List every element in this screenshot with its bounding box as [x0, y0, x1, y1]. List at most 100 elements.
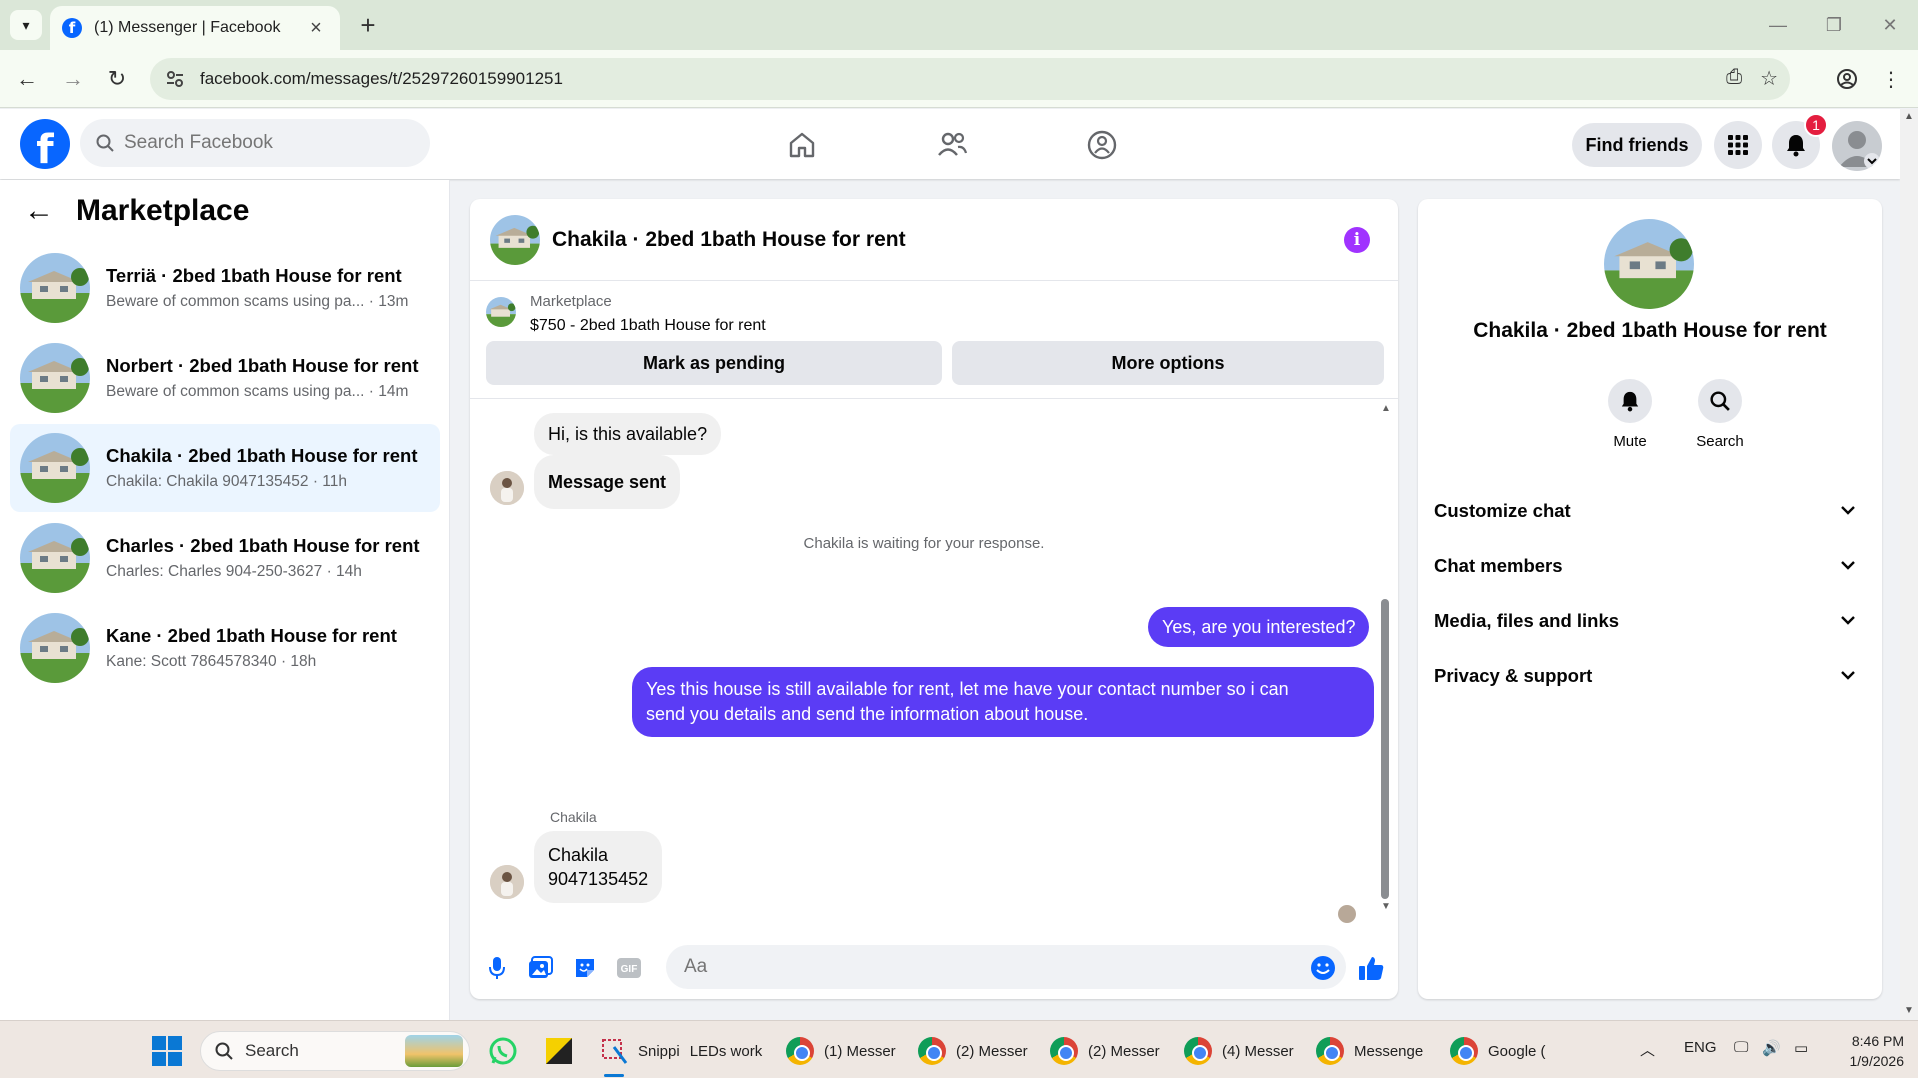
photo-icon[interactable]	[526, 953, 556, 983]
chevron-down-icon	[1840, 612, 1856, 630]
listing-thumbnail[interactable]	[486, 297, 516, 327]
whatsapp-icon[interactable]	[488, 1031, 518, 1071]
emoji-icon[interactable]	[1308, 953, 1338, 983]
minimize-window-icon[interactable]: —	[1750, 8, 1806, 42]
conversation-item[interactable]: Kane · 2bed 1bath House for rent Kane: S…	[10, 604, 440, 692]
search-input[interactable]	[124, 132, 374, 154]
conversation-title: Terriä · 2bed 1bath House for rent	[106, 265, 402, 286]
windows-start-icon[interactable]	[152, 1036, 182, 1066]
search-icon	[1698, 379, 1742, 423]
contact-avatar[interactable]	[490, 471, 524, 505]
chat-house-thumbnail[interactable]	[490, 214, 540, 265]
chat-scroll-thumb[interactable]	[1381, 599, 1389, 899]
volume-icon[interactable]: 🔊	[1762, 1039, 1781, 1057]
conversation-item[interactable]: Charles · 2bed 1bath House for rent Char…	[10, 514, 440, 602]
bookmark-star-icon[interactable]: ☆	[1760, 66, 1778, 91]
conversation-item[interactable]: Norbert · 2bed 1bath House for rent Bewa…	[10, 334, 440, 422]
incoming-message[interactable]: Hi, is this available?	[534, 413, 722, 455]
conversation-title: Kane · 2bed 1bath House for rent	[106, 625, 397, 646]
taskbar-chrome-google[interactable]: Google (	[1450, 1031, 1546, 1071]
info-icon[interactable]: i	[1344, 227, 1370, 253]
find-friends-button[interactable]: Find friends	[1572, 123, 1702, 167]
gif-icon[interactable]: GIF	[614, 953, 644, 983]
install-app-icon[interactable]: ⎙	[1726, 66, 1742, 91]
reload-icon[interactable]: ↻	[100, 62, 134, 96]
site-settings-icon[interactable]	[164, 68, 186, 90]
chevron-down-icon	[1840, 502, 1856, 520]
mute-button[interactable]: Mute	[1590, 379, 1670, 450]
sticky-notes-icon[interactable]	[546, 1031, 572, 1071]
back-arrow-icon[interactable]: ←	[24, 194, 54, 228]
menu-grid-icon[interactable]	[1714, 121, 1762, 169]
conversation-title: Norbert · 2bed 1bath House for rent	[106, 355, 419, 376]
taskbar-chrome-messenger-1[interactable]: (1) Messer	[786, 1031, 896, 1071]
system-clock[interactable]: 8:46 PM 1/9/2026	[1820, 1031, 1905, 1071]
contact-avatar[interactable]	[490, 865, 524, 899]
outgoing-message[interactable]: Yes, are you interested?	[1148, 607, 1370, 647]
thumbs-up-icon[interactable]	[1356, 953, 1386, 983]
microphone-icon[interactable]	[482, 953, 512, 983]
listing-title[interactable]: $750 - 2bed 1bath House for rent	[530, 317, 766, 335]
details-title: Chakila · 2bed 1bath House for rent	[1473, 319, 1827, 342]
taskbar-snipping-tool[interactable]: Snippi LEDs work	[600, 1031, 762, 1071]
privacy-support-section[interactable]: Privacy & support	[1434, 654, 1874, 698]
sticker-icon[interactable]	[570, 953, 600, 983]
chrome-icon	[1050, 1037, 1078, 1065]
scroll-up-icon[interactable]: ▲	[1381, 403, 1391, 414]
taskbar-search[interactable]: Search	[200, 1031, 470, 1071]
restore-window-icon[interactable]: ❐	[1806, 8, 1862, 42]
close-window-icon[interactable]: ✕	[1862, 8, 1918, 42]
taskbar-chrome-messenger-4[interactable]: (4) Messer	[1184, 1031, 1294, 1071]
friends-icon[interactable]	[930, 123, 974, 167]
chevron-down-icon	[1840, 667, 1856, 685]
taskbar-app-label: (1) Messer	[824, 1042, 896, 1060]
message-input[interactable]	[666, 945, 1346, 989]
account-avatar[interactable]	[1832, 121, 1882, 171]
incoming-message[interactable]: Message sent	[534, 455, 681, 509]
taskbar-chrome-messenger-3[interactable]: (2) Messer	[1050, 1031, 1160, 1071]
more-options-button[interactable]: More options	[952, 341, 1384, 385]
address-bar[interactable]: facebook.com/messages/t/2529726015990125…	[150, 58, 1790, 100]
chat-title[interactable]: Chakila · 2bed 1bath House for rent	[552, 228, 906, 252]
language-indicator[interactable]: ENG	[1684, 1039, 1717, 1056]
battery-icon[interactable]: ▭	[1794, 1039, 1808, 1057]
show-hidden-icons-chevron-icon[interactable]: ︿	[1640, 1039, 1655, 1060]
search-label: Search	[1696, 433, 1744, 450]
facebook-logo-icon[interactable]: f	[20, 119, 70, 169]
page-scrollbar[interactable]: ▲ ▼	[1900, 109, 1918, 1020]
forward-icon[interactable]: →	[56, 62, 90, 96]
home-icon[interactable]	[780, 123, 824, 167]
search-icon	[215, 1042, 233, 1060]
taskbar-chrome-messenger-2[interactable]: (2) Messer	[918, 1031, 1028, 1071]
browser-tab-messenger[interactable]: f (1) Messenger | Facebook ×	[50, 6, 340, 50]
browser-tab-strip: ▾ f (1) Messenger | Facebook × + — ❐ ✕	[0, 0, 1918, 50]
chat-members-section[interactable]: Chat members	[1434, 544, 1874, 588]
facebook-search[interactable]	[80, 119, 430, 167]
chrome-icon	[1450, 1037, 1478, 1065]
profile-icon[interactable]	[1830, 62, 1864, 96]
network-icon[interactable]: 🖵	[1734, 1039, 1748, 1056]
search-in-conversation-button[interactable]: Search	[1680, 379, 1760, 450]
incoming-message[interactable]: Chakila 9047135452	[534, 831, 663, 903]
marketplace-listing-bar: Marketplace $750 - 2bed 1bath House for …	[470, 281, 1398, 399]
groups-icon[interactable]	[1080, 123, 1124, 167]
mark-as-pending-button[interactable]: Mark as pending	[486, 341, 942, 385]
conversation-title: Charles · 2bed 1bath House for rent	[106, 535, 420, 556]
new-tab-icon[interactable]: +	[352, 10, 384, 40]
conversation-item-active[interactable]: Chakila · 2bed 1bath House for rent Chak…	[10, 424, 440, 512]
page-scroll-down-icon[interactable]: ▼	[1904, 1005, 1914, 1016]
media-files-links-section[interactable]: Media, files and links	[1434, 599, 1874, 643]
scroll-down-icon[interactable]: ▼	[1381, 901, 1391, 912]
tab-search-dropdown-icon[interactable]: ▾	[10, 10, 42, 40]
tab-close-icon[interactable]: ×	[304, 17, 328, 40]
message-line: Chakila	[548, 845, 609, 865]
page-scroll-up-icon[interactable]: ▲	[1904, 111, 1914, 122]
back-icon[interactable]: ←	[10, 62, 44, 96]
taskbar-chrome-messenger-5[interactable]: Messenge	[1316, 1031, 1423, 1071]
listing-photo[interactable]	[1604, 219, 1694, 309]
customize-chat-section[interactable]: Customize chat	[1434, 489, 1874, 533]
taskbar-app-label: LEDs work	[689, 1042, 763, 1060]
conversation-item[interactable]: Terriä · 2bed 1bath House for rent Bewar…	[10, 244, 440, 332]
outgoing-message[interactable]: Yes this house is still available for re…	[632, 667, 1374, 737]
browser-menu-icon[interactable]: ⋮	[1874, 62, 1908, 96]
